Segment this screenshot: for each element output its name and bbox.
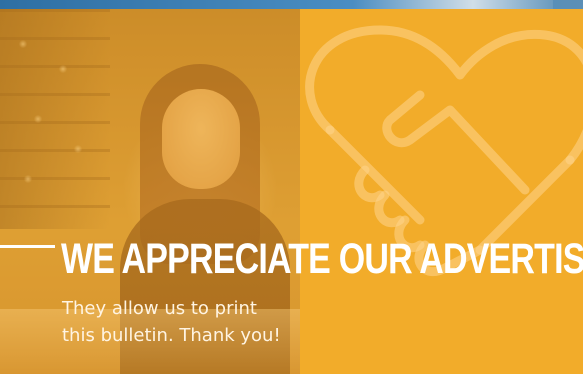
subtitle-line-2: this bulletin. Thank you! — [62, 325, 281, 346]
advertiser-appreciation-banner: WE APPRECIATE OUR ADVERTISERS! They allo… — [0, 0, 583, 374]
headline-rule — [0, 245, 55, 248]
banner-headline: WE APPRECIATE OUR ADVERTISERS! — [61, 235, 583, 283]
subtitle-line-1: They allow us to print — [62, 298, 257, 319]
banner-subtitle: They allow us to print this bulletin. Th… — [62, 295, 362, 349]
